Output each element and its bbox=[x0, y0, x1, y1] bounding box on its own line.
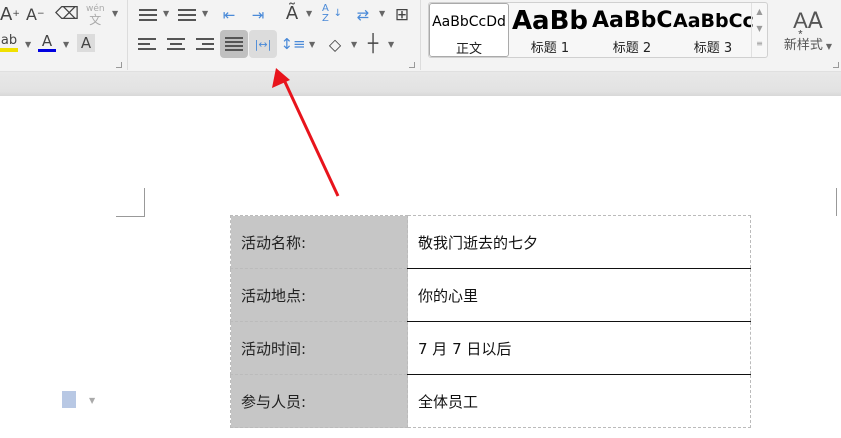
arrow-shaft bbox=[283, 81, 340, 197]
annotation-arrow bbox=[272, 68, 340, 197]
